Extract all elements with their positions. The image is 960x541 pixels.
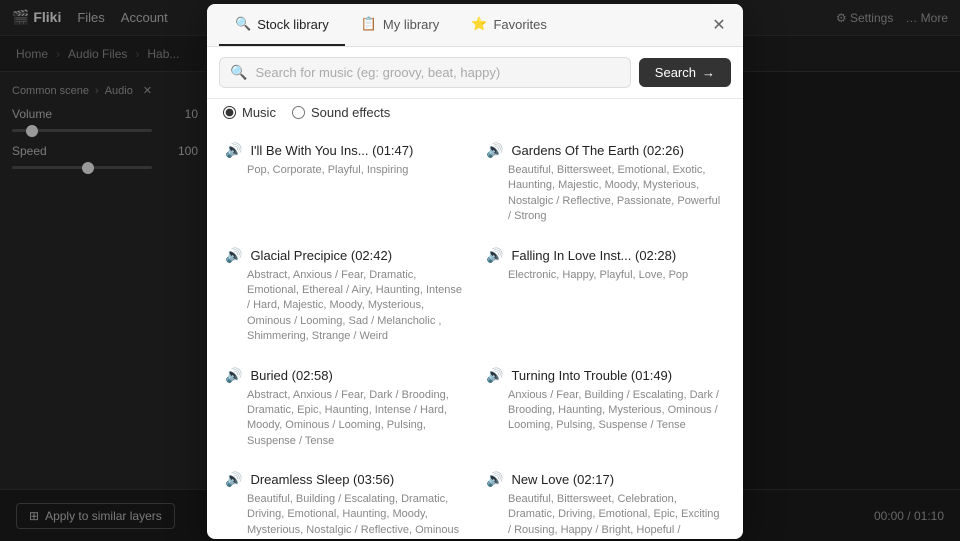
radio-music-label[interactable]: Music bbox=[223, 105, 276, 120]
list-item[interactable]: 🔊 New Love (02:17) Beautiful, Bitterswee… bbox=[476, 461, 735, 539]
search-magnifier-icon: 🔍 bbox=[230, 64, 247, 81]
list-item[interactable]: 🔊 Gardens Of The Earth (02:26) Beautiful… bbox=[476, 132, 735, 235]
search-input-wrapper: 🔍 bbox=[219, 57, 631, 88]
speaker-icon: 🔊 bbox=[225, 367, 242, 384]
tab-my-library[interactable]: 📋 My library bbox=[345, 4, 456, 46]
speaker-icon: 🔊 bbox=[486, 367, 503, 384]
list-item[interactable]: 🔊 Turning Into Trouble (01:49) Anxious /… bbox=[476, 357, 735, 460]
speaker-icon: 🔊 bbox=[486, 142, 503, 159]
favorites-icon: ⭐ bbox=[471, 16, 487, 32]
search-button[interactable]: Search → bbox=[639, 58, 731, 87]
speaker-icon: 🔊 bbox=[225, 247, 242, 264]
radio-row: Music Sound effects bbox=[207, 99, 743, 128]
radio-music[interactable] bbox=[223, 106, 236, 119]
speaker-icon: 🔊 bbox=[486, 471, 503, 488]
list-item[interactable]: 🔊 Buried (02:58) Abstract, Anxious / Fea… bbox=[215, 357, 474, 460]
music-list: 🔊 I'll Be With You Ins... (01:47) Pop, C… bbox=[207, 128, 743, 539]
speaker-icon: 🔊 bbox=[486, 247, 503, 264]
music-grid: 🔊 I'll Be With You Ins... (01:47) Pop, C… bbox=[215, 132, 735, 539]
stock-library-icon: 🔍 bbox=[235, 16, 251, 32]
search-arrow-icon: → bbox=[702, 65, 715, 80]
radio-sound-effects[interactable] bbox=[292, 106, 305, 119]
list-item[interactable]: 🔊 I'll Be With You Ins... (01:47) Pop, C… bbox=[215, 132, 474, 235]
search-input[interactable] bbox=[255, 65, 619, 80]
tab-favorites[interactable]: ⭐ Favorites bbox=[455, 4, 563, 46]
list-item[interactable]: 🔊 Dreamless Sleep (03:56) Beautiful, Bui… bbox=[215, 461, 474, 539]
radio-sound-effects-label[interactable]: Sound effects bbox=[292, 105, 390, 120]
list-item[interactable]: 🔊 Glacial Precipice (02:42) Abstract, An… bbox=[215, 237, 474, 355]
speaker-icon: 🔊 bbox=[225, 142, 242, 159]
modal-tabs: 🔍 Stock library 📋 My library ⭐ Favorites… bbox=[207, 4, 743, 47]
stock-library-modal: 🔍 Stock library 📋 My library ⭐ Favorites… bbox=[207, 4, 743, 539]
list-item[interactable]: 🔊 Falling In Love Inst... (02:28) Electr… bbox=[476, 237, 735, 355]
speaker-icon: 🔊 bbox=[225, 471, 242, 488]
search-row: 🔍 Search → bbox=[207, 47, 743, 99]
modal-close-button[interactable]: ✕ bbox=[707, 13, 731, 37]
my-library-icon: 📋 bbox=[361, 16, 377, 32]
tab-stock-library[interactable]: 🔍 Stock library bbox=[219, 4, 345, 46]
